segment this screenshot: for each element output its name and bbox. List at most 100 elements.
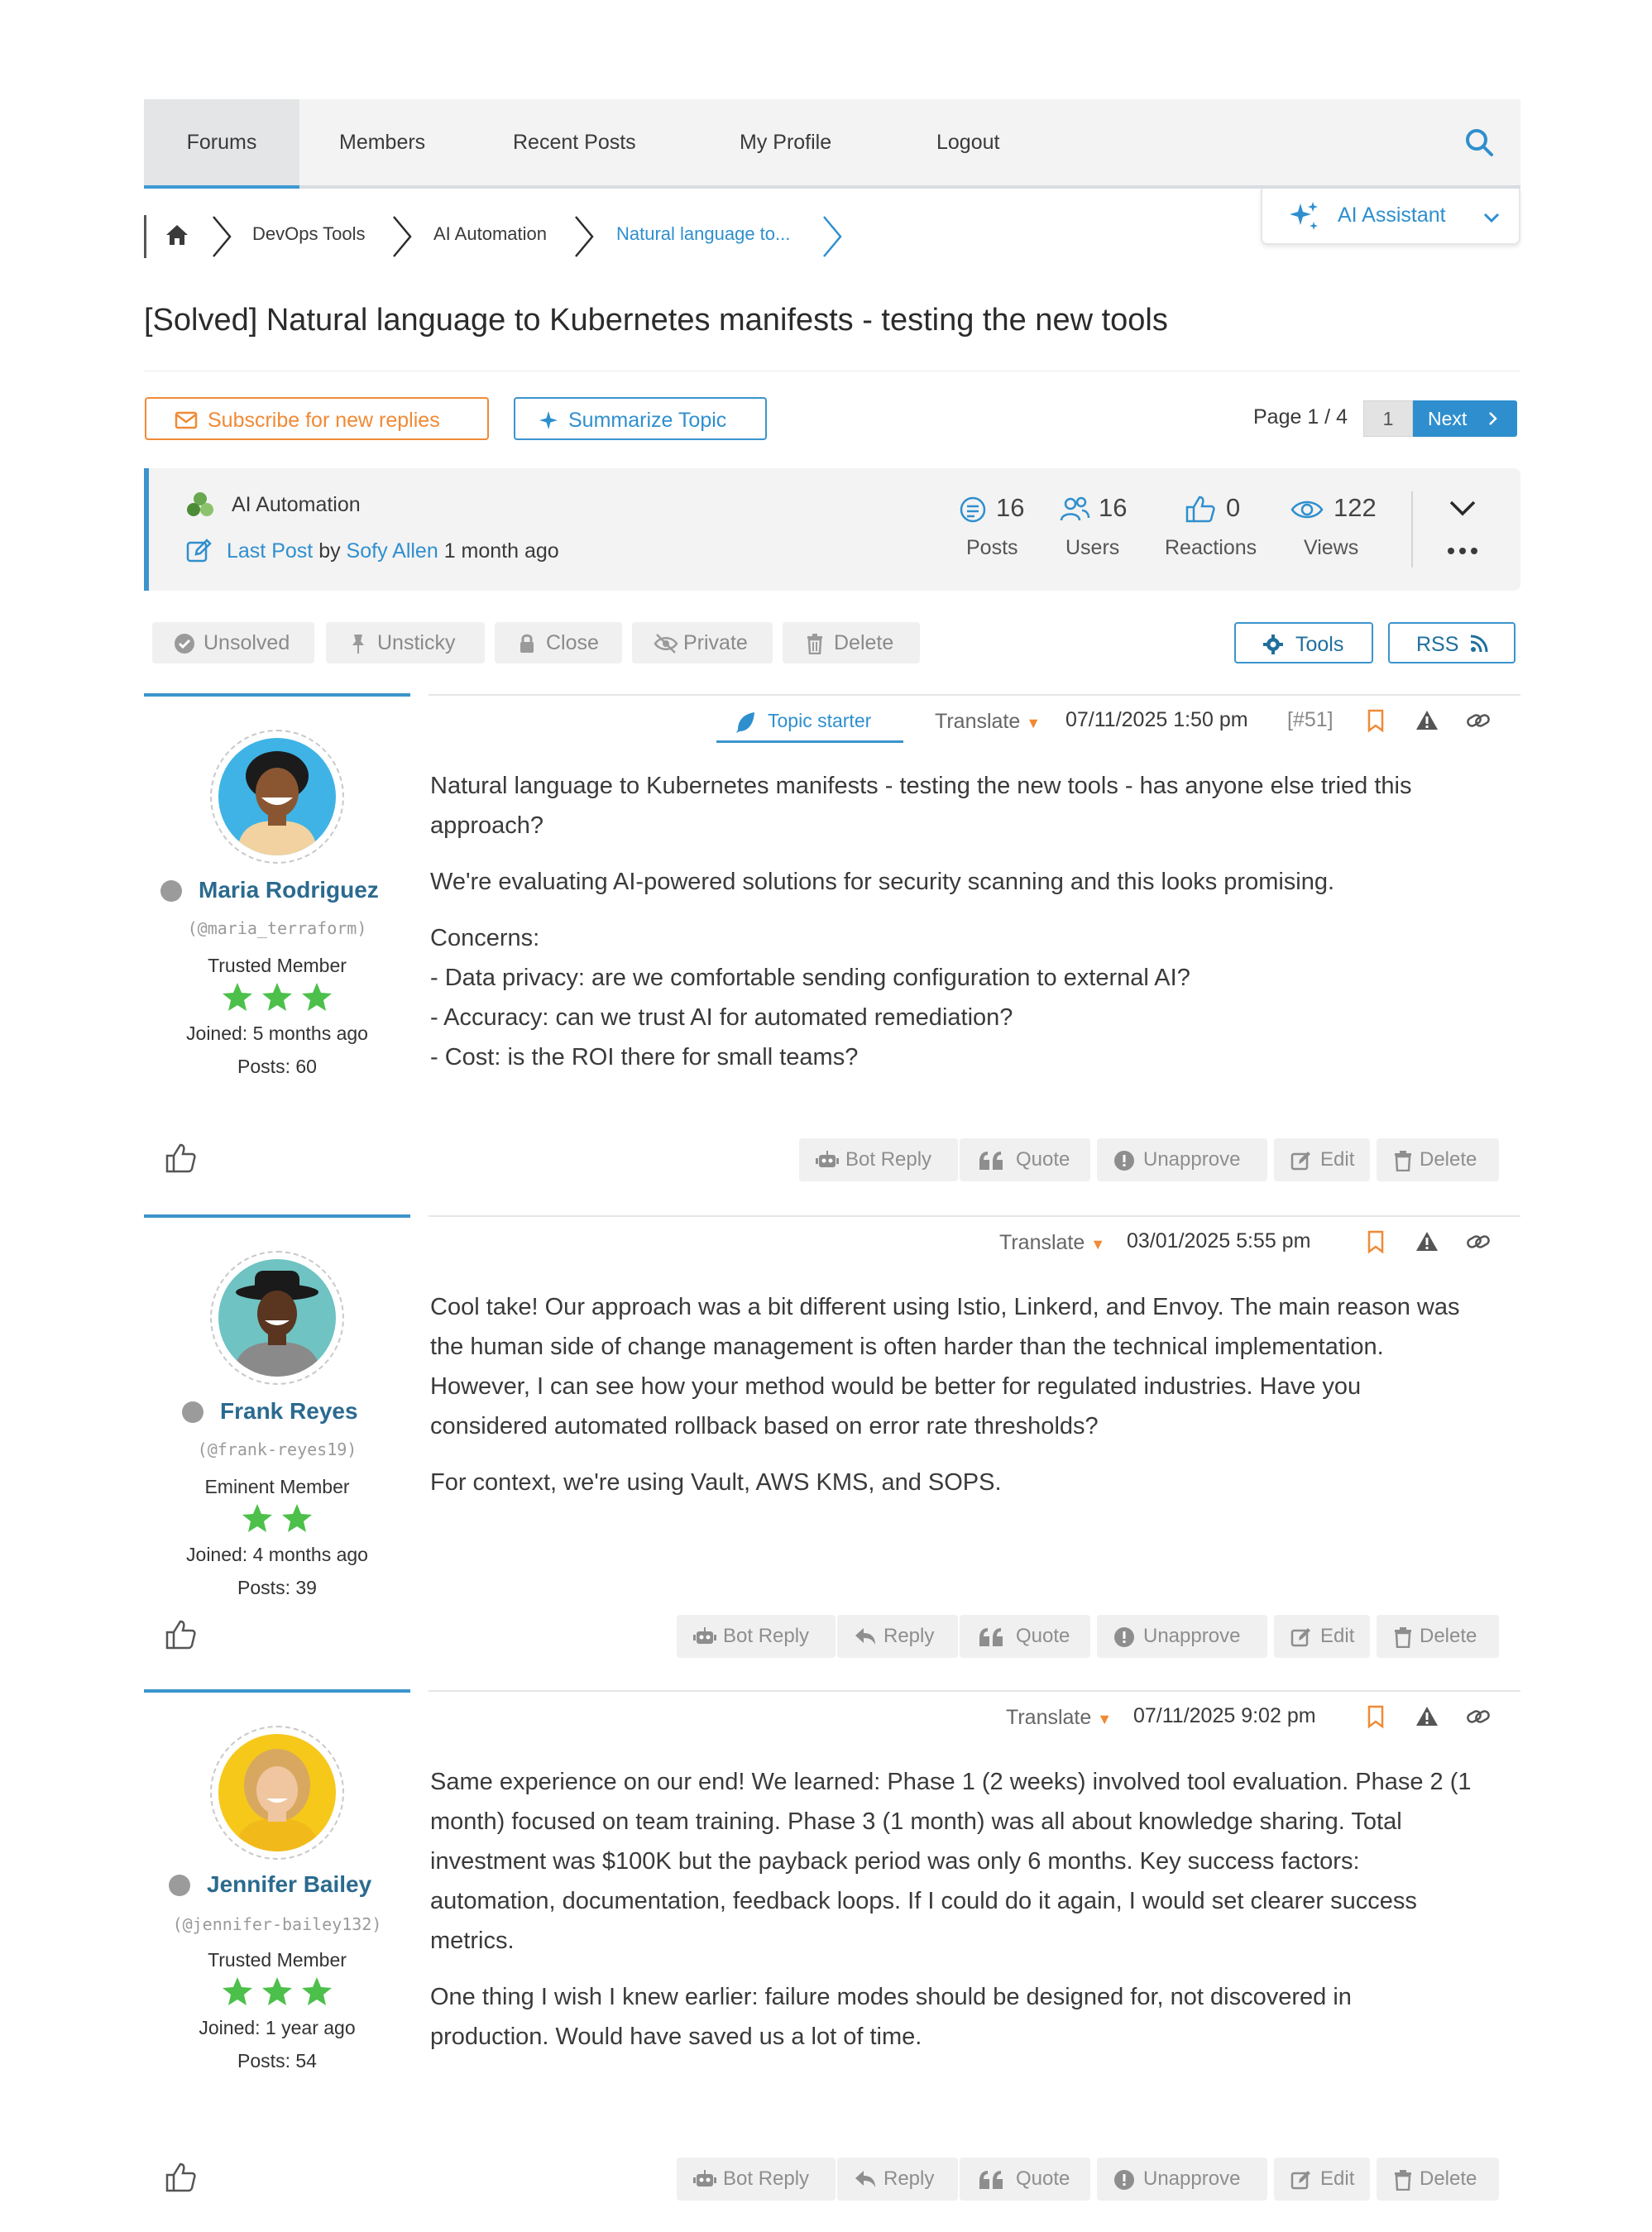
home-icon[interactable] [164,222,190,248]
quote-button[interactable]: Quote [960,1138,1090,1181]
bot-reply-label: Bot Reply [723,2167,810,2190]
reply-button[interactable]: Reply [837,2158,958,2201]
rank-stars [144,1502,410,1535]
chevron-down-icon [1481,207,1502,228]
author-handle: (@maria_terraform) [187,918,367,938]
trash-icon [1395,1627,1411,1648]
nav-logout[interactable]: Logout [936,99,999,185]
private-button[interactable]: Private [632,622,773,663]
unapprove-button[interactable]: Unapprove [1097,2158,1267,2201]
reply-button[interactable]: Reply [837,1615,958,1658]
link-icon[interactable] [1466,1704,1491,1729]
author-name[interactable]: Frank Reyes [220,1398,358,1425]
bookmark-icon[interactable] [1363,708,1388,733]
report-icon[interactable] [1415,1704,1439,1729]
post-date: 07/11/2025 1:50 pm [1065,708,1248,731]
link-icon[interactable] [1466,1229,1491,1254]
delete-button[interactable]: Delete [1377,1615,1499,1658]
exclamation-circle-icon [1114,1627,1134,1647]
last-post-user[interactable]: Sofy Allen [347,539,438,563]
author-name[interactable]: Jennifer Bailey [207,1871,371,1898]
close-topic-button[interactable]: Close [495,622,622,663]
unapprove-button[interactable]: Unapprove [1097,1615,1267,1658]
quote-button[interactable]: Quote [960,2158,1090,2201]
translate-link[interactable]: Translate ▼ [999,1231,1105,1255]
delete-button[interactable]: Delete [1377,2158,1499,2201]
translate-link[interactable]: Translate ▼ [935,710,1041,734]
reply-label: Reply [883,1625,935,1647]
bot-reply-button[interactable]: Bot Reply [799,1138,958,1181]
post-divider [429,1690,1520,1692]
breadcrumb-ai-automation[interactable]: AI Automation [433,223,547,245]
quote-icon [979,1152,1003,1170]
bookmark-icon[interactable] [1363,1704,1388,1729]
like-icon[interactable] [164,1618,197,1651]
post-number[interactable]: [#51] [1287,708,1334,732]
more-options-icon[interactable] [1446,546,1479,556]
unsolved-button[interactable]: Unsolved [152,622,314,663]
delete-button[interactable]: Delete [1377,1138,1499,1181]
tools-button[interactable]: Tools [1234,622,1373,663]
last-post-link[interactable]: Last Post [227,539,313,563]
edit-label: Edit [1320,1625,1355,1647]
author-name[interactable]: Maria Rodriguez [199,877,379,903]
bot-reply-label: Bot Reply [723,1625,810,1647]
translate-link[interactable]: Translate ▼ [1006,1706,1112,1730]
unapprove-button[interactable]: Unapprove [1097,1138,1267,1181]
like-icon[interactable] [164,1142,197,1175]
post-paragraph: We're evaluating AI-powered solutions fo… [430,869,1335,895]
avatar[interactable] [210,730,344,864]
link-icon[interactable] [1466,708,1491,733]
users-value: 16 [1099,493,1128,522]
edit-icon [1290,2171,1310,2190]
reply-icon [855,1628,875,1645]
bot-reply-button[interactable]: Bot Reply [677,2158,836,2201]
report-icon[interactable] [1415,1229,1439,1254]
nav-members[interactable]: Members [339,99,425,185]
bot-reply-button[interactable]: Bot Reply [677,1615,836,1658]
translate-label: Translate [1006,1706,1092,1729]
edit-button[interactable]: Edit [1274,2158,1370,2201]
author-rank: Trusted Member [208,1949,347,1971]
search-icon[interactable] [1463,126,1496,159]
breadcrumb-devops-tools[interactable]: DevOps Tools [252,223,366,245]
bookmark-icon[interactable] [1363,1229,1388,1254]
edit-button[interactable]: Edit [1274,1615,1370,1658]
delete-label: Delete [834,631,894,654]
like-icon[interactable] [164,2161,197,2194]
reactions-label: Reactions [1165,536,1257,559]
edit-icon [1290,1152,1310,1171]
quote-label: Quote [1016,1625,1070,1647]
avatar[interactable] [210,1251,344,1385]
translate-label: Translate [935,710,1021,733]
rss-button[interactable]: RSS [1388,622,1516,663]
ai-assistant-dropdown[interactable]: AI Assistant [1261,189,1520,245]
author-post-count: Posts: 39 [237,1577,317,1598]
topic-starter-badge: Topic starter [716,702,903,743]
quote-button[interactable]: Quote [960,1615,1090,1658]
page-number-button[interactable]: 1 [1363,400,1413,437]
post-list-item: - Accuracy: can we trust AI for automate… [430,1004,1013,1031]
nav-my-profile[interactable]: My Profile [740,99,831,185]
unapprove-label: Unapprove [1143,2167,1241,2190]
rank-stars [144,981,410,1014]
summarize-topic-button[interactable]: Summarize Topic [514,397,767,440]
page-indicator: Page 1 / 4 [1253,405,1348,429]
trash-icon [807,634,822,654]
pin-icon [352,635,364,654]
avatar[interactable] [210,1726,344,1860]
nav-recent-posts[interactable]: Recent Posts [513,99,636,185]
delete-topic-button[interactable]: Delete [783,622,920,663]
nav-forums[interactable]: Forums [144,99,299,189]
subscribe-button[interactable]: Subscribe for new replies [145,397,489,440]
author-post-count: Posts: 54 [237,2050,317,2072]
report-icon[interactable] [1415,708,1439,733]
robot-icon [816,1151,839,1167]
next-page-button[interactable]: Next [1413,400,1517,437]
breadcrumb-separator-icon [389,213,414,260]
edit-button[interactable]: Edit [1274,1138,1370,1181]
chevron-down-icon[interactable] [1448,498,1477,520]
breadcrumb-current[interactable]: Natural language to... [616,223,790,245]
post-content: Natural language to Kubernetes manifests… [430,766,1472,1077]
unsticky-button[interactable]: Unsticky [326,622,485,663]
